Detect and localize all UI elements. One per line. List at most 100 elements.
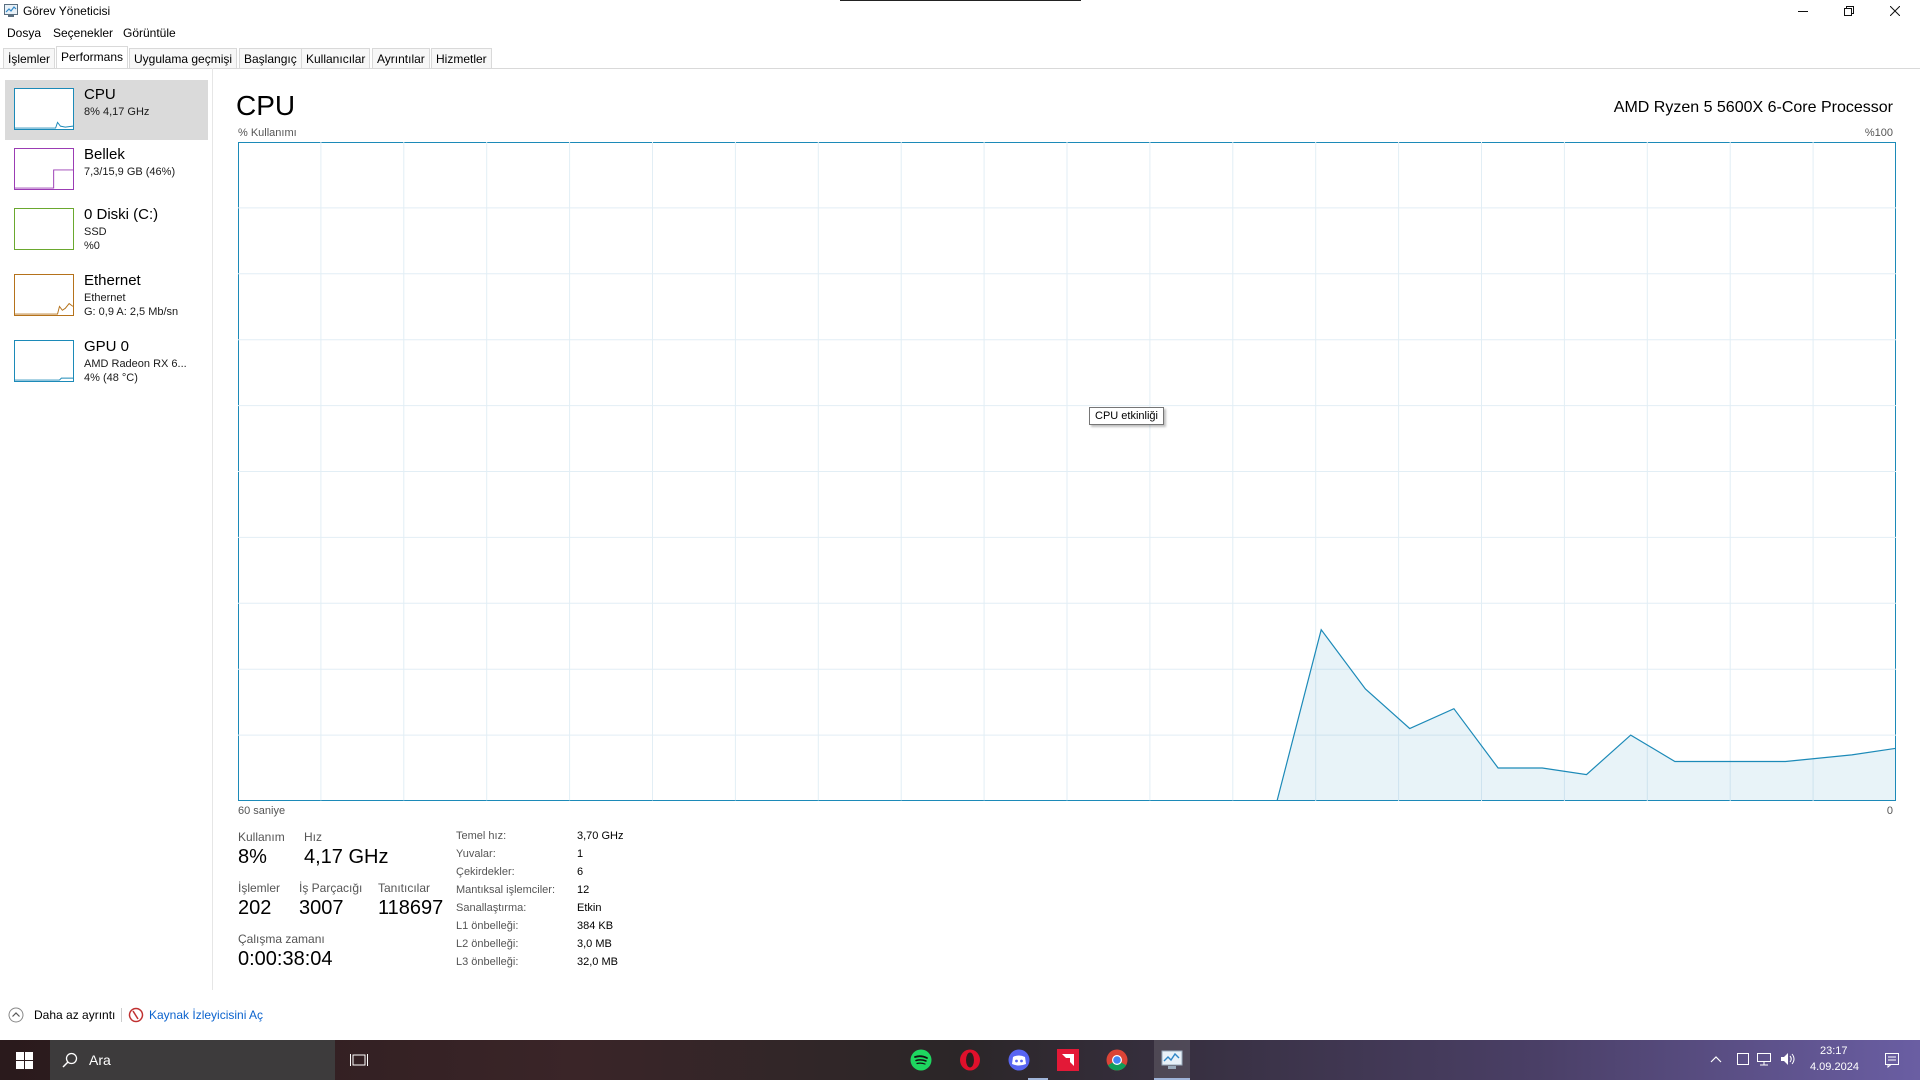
y-axis-label: % Kullanımı (238, 127, 297, 139)
sidebar-item-cpu[interactable]: CPU 8% 4,17 GHz (5, 80, 208, 140)
spec-sockets-label: Yuvalar: (456, 848, 496, 860)
ethernet-thumbnail-graph (14, 274, 74, 316)
cpu-usage-chart[interactable] (238, 142, 1896, 801)
close-icon (1890, 6, 1900, 16)
sidebar-item-name: Bellek (84, 146, 125, 163)
sidebar-item-detail: 4% (48 °C) (84, 372, 138, 384)
spotify-taskbar-button[interactable] (909, 1048, 933, 1072)
spec-l3-cache-value: 32,0 MB (577, 956, 618, 968)
tab-services[interactable]: Hizmetler (431, 48, 492, 68)
volume-icon[interactable] (1780, 1052, 1796, 1066)
tablet-icon[interactable] (1736, 1052, 1750, 1066)
tab-startup[interactable]: Başlangıç (239, 48, 302, 68)
spec-l2-cache-value: 3,0 MB (577, 938, 612, 950)
sidebar-item-detail: %0 (84, 240, 100, 252)
sidebar-item-detail: SSD (84, 226, 107, 238)
menu-options[interactable]: Seçenekler (53, 26, 113, 40)
restore-button[interactable] (1827, 0, 1871, 22)
network-icon[interactable] (1756, 1052, 1774, 1066)
tab-app-history[interactable]: Uygulama geçmişi (129, 48, 238, 68)
sidebar-item-detail: 7,3/15,9 GB (46%) (84, 166, 176, 178)
sidebar-item-name: GPU 0 (84, 338, 130, 355)
sidebar-item-detail: Ethernet (84, 292, 126, 304)
sidebar-item-gpu[interactable]: GPU 0 AMD Radeon RX 6... 4% (48 °C) (5, 332, 208, 392)
task-manager-icon (1161, 1050, 1183, 1069)
cpu-detail-panel: CPU AMD Ryzen 5 5600X 6-Core Processor %… (236, 68, 1896, 988)
sidebar-item-ethernet[interactable]: Ethernet Ethernet G: 0,9 A: 2,5 Mb/sn (5, 266, 208, 326)
spec-l3-cache-label: L3 önbelleği: (456, 956, 519, 968)
footer-divider (121, 1008, 122, 1022)
window-title: Görev Yöneticisi (23, 4, 111, 18)
clock-time[interactable]: 23:17 (1820, 1045, 1848, 1057)
chart-grid (238, 142, 1896, 801)
opera-taskbar-button[interactable] (958, 1048, 982, 1072)
task-view-icon (350, 1054, 368, 1066)
disk-thumbnail-graph (14, 208, 74, 250)
speed-label: Hız (304, 830, 322, 844)
spec-l2-cache-label: L2 önbelleği: (456, 938, 519, 950)
tab-users[interactable]: Kullanıcılar (301, 48, 371, 68)
sidebar-item-memory[interactable]: Bellek 7,3/15,9 GB (46%) (5, 140, 208, 200)
spec-virtualization-label: Sanallaştırma: (456, 902, 527, 914)
tab-processes[interactable]: İşlemler (3, 48, 56, 68)
title-bar: Görev Yöneticisi (0, 0, 1920, 22)
spotify-icon (910, 1049, 932, 1071)
y-axis-max: %100 (1864, 127, 1893, 139)
chevron-up-icon[interactable] (1710, 1054, 1722, 1064)
sidebar-item-name: Ethernet (84, 272, 141, 289)
usage-value: 8% (238, 846, 267, 868)
task-view-button[interactable] (347, 1048, 371, 1072)
title-bar-accent-line (840, 0, 1081, 1)
processes-label: İşlemler (238, 881, 281, 895)
windows-logo-icon (15, 1051, 33, 1069)
x-axis-min: 0 (1886, 805, 1893, 817)
performance-sidebar: CPU 8% 4,17 GHz Bellek 7,3/15,9 GB (46%)… (0, 68, 213, 990)
spec-base-speed-value: 3,70 GHz (577, 830, 624, 842)
sidebar-item-name: CPU (84, 86, 116, 103)
speed-value: 4,17 GHz (304, 846, 389, 868)
fewer-details-link[interactable]: Daha az ayrıntı (34, 1008, 115, 1022)
spec-l1-cache-value: 384 KB (577, 920, 614, 932)
threads-value: 3007 (299, 897, 344, 919)
footer-bar: Daha az ayrıntı Kaynak İzleyicisini Aç (0, 1004, 400, 1026)
open-resource-monitor-link[interactable]: Kaynak İzleyicisini Aç (149, 1008, 263, 1022)
close-button[interactable] (1873, 0, 1917, 22)
chrome-icon (1106, 1049, 1128, 1071)
tab-details[interactable]: Ayrıntılar (372, 48, 430, 68)
processor-model: AMD Ryzen 5 5600X 6-Core Processor (1613, 99, 1893, 116)
start-button[interactable] (0, 1040, 48, 1080)
notification-center-button[interactable] (1872, 1040, 1912, 1080)
memory-thumbnail-graph (14, 148, 74, 190)
search-placeholder: Ara (89, 1052, 111, 1068)
tab-strip: İşlemler Performans Uygulama geçmişi Baş… (0, 46, 1920, 69)
sidebar-item-name: 0 Diski (C:) (84, 206, 159, 223)
sidebar-item-detail: G: 0,9 A: 2,5 Mb/sn (84, 306, 179, 318)
minimize-button[interactable] (1781, 0, 1825, 22)
clock-date[interactable]: 4.09.2024 (1810, 1061, 1859, 1073)
spec-cores-value: 6 (577, 866, 584, 878)
handles-value: 118697 (378, 897, 444, 919)
spec-virtualization-value: Etkin (577, 902, 602, 914)
sidebar-item-detail: AMD Radeon RX 6... (84, 358, 187, 370)
uptime-label: Çalışma zamanı (238, 932, 325, 946)
sidebar-item-disk[interactable]: 0 Diski (C:) SSD %0 (5, 200, 208, 260)
uptime-value: 0:00:38:04 (238, 948, 333, 970)
opera-icon (960, 1049, 980, 1071)
amd-software-taskbar-button[interactable] (1056, 1048, 1080, 1072)
usage-label: Kullanım (238, 830, 285, 844)
spec-l1-cache-label: L1 önbelleği: (456, 920, 519, 932)
chrome-taskbar-button[interactable] (1105, 1048, 1129, 1072)
taskbar-search-box[interactable]: Ara (50, 1040, 335, 1080)
task-manager-taskbar-button[interactable] (1154, 1040, 1190, 1080)
spec-cores-label: Çekirdekler: (456, 866, 515, 878)
menu-view[interactable]: Görüntüle (123, 26, 176, 40)
discord-taskbar-button[interactable] (1007, 1048, 1031, 1072)
page-title: CPU (236, 90, 296, 121)
chevron-up-circle-icon (8, 1007, 24, 1023)
restore-icon (1844, 6, 1854, 16)
spec-logical-processors-label: Mantıksal işlemciler: (456, 884, 556, 896)
tab-performance[interactable]: Performans (56, 46, 129, 68)
taskbar: Ara 23:17 4.09.2024 (0, 1040, 1920, 1080)
processes-value: 202 (238, 897, 272, 919)
menu-file[interactable]: Dosya (7, 26, 41, 40)
